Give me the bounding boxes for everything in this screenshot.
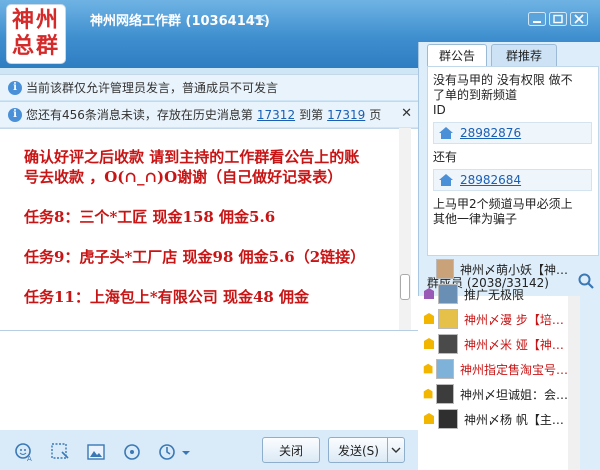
info-icon: i [8, 80, 22, 95]
message: 任务9：虎子头*工厂店 现金98 佣金5.6（2链接） [24, 248, 366, 266]
history-page-to-link[interactable]: 17319 [327, 108, 365, 122]
message-list: 确认好评之后收款 请到主持的工作群看公告上的账号去收款 ，O(∩_∩)O谢谢（自… [0, 129, 385, 307]
search-icon[interactable] [577, 272, 595, 290]
member-row[interactable]: 神州〆坦诚姐：会… [418, 382, 568, 406]
message-input[interactable] [0, 330, 418, 430]
announcement-line: 了单的到新频道 [433, 88, 518, 102]
channel-link-row: 28982684 [433, 169, 592, 191]
music-icon[interactable] [122, 442, 142, 462]
maximize-button[interactable] [549, 12, 567, 26]
unread-notice: i 您还有456条消息未读，存放在历史消息第 17312 到第 17319 页 … [0, 101, 418, 127]
member-row[interactable]: 神州〆萌小妖【神… [418, 257, 568, 281]
speak-restriction-notice: i 当前该群仅允许管理员发言，普通成员不可发言 [0, 74, 418, 100]
member-row[interactable]: 神州〆米 娅【神… [418, 332, 568, 356]
announcement-line: 上马甲2个频道马甲必须上 [433, 197, 573, 211]
member-name: 神州指定售淘宝号… [459, 362, 568, 377]
announcement-box: 没有马甲的 没有权限 做不 了单的到新频道 ID 28982876 还有 289… [427, 66, 599, 256]
member-row[interactable]: 神州〆杨 帆【主… [418, 407, 568, 431]
channel-link-row: 28982876 [433, 122, 592, 144]
avatar[interactable] [438, 284, 458, 304]
member-name: 神州〆米 娅【神… [464, 337, 564, 352]
to-label: 到第 [299, 108, 324, 122]
avatar[interactable] [436, 359, 454, 379]
logo-text-bottom: 总群 [11, 34, 60, 59]
restriction-text: 当前该群仅允许管理员发言，普通成员不可发言 [26, 81, 279, 95]
avatar[interactable] [436, 384, 454, 404]
history-page-from-link[interactable]: 17312 [257, 108, 295, 122]
message-area[interactable]: 确认好评之后收款 请到主持的工作群看公告上的账号去收款 ，O(∩_∩)O谢谢（自… [0, 128, 418, 330]
member-row[interactable]: 神州指定售淘宝号… [418, 357, 568, 381]
logo-text-top: 神州 [11, 8, 60, 33]
member-name: 神州〆漫 步【培… [464, 312, 564, 327]
member-row[interactable]: 神州〆漫 步【培… [418, 307, 568, 331]
avatar[interactable] [438, 334, 458, 354]
screenshot-icon[interactable] [50, 442, 70, 462]
message-scrollbar[interactable] [399, 128, 411, 330]
plane-icon[interactable] [252, 11, 268, 25]
message: 确认好评之后收款 请到主持的工作群看公告上的账号去收款 ，O(∩_∩)O谢谢（自… [24, 148, 360, 186]
announcement-line: 其他一律为骗子 [433, 212, 518, 226]
announcement-line: 还有 [433, 150, 458, 164]
tab-announcement[interactable]: 群公告 [427, 44, 487, 66]
avatar[interactable] [436, 259, 454, 279]
member-scrollbar[interactable] [568, 296, 580, 470]
role-badge-icon [424, 338, 434, 349]
member-name: 推广无极限 [464, 287, 525, 302]
channel-link[interactable]: 28982876 [460, 126, 521, 141]
home-icon [439, 127, 453, 139]
chevron-down-icon [391, 447, 401, 453]
send-options-button[interactable] [387, 437, 405, 463]
avatar[interactable] [438, 309, 458, 329]
close-icon[interactable]: ✕ [401, 106, 412, 121]
chevron-down-icon[interactable] [180, 442, 192, 462]
minimize-button[interactable] [528, 12, 546, 26]
announcement-line: 没有马甲的 没有权限 做不 [433, 73, 573, 87]
scrollbar-thumb[interactable] [400, 274, 410, 300]
channel-link[interactable]: 28982684 [460, 173, 521, 188]
message: 任务11：上海包上*有限公司 现金48 佣金 [24, 288, 310, 306]
role-badge-icon [423, 388, 433, 399]
unread-text: 您还有456条消息未读，存放在历史消息第 [26, 108, 253, 122]
tab-recommend[interactable]: 群推荐 [491, 44, 557, 66]
member-name: 神州〆坦诚姐：会… [459, 387, 568, 402]
role-badge-icon [422, 262, 434, 276]
member-row[interactable]: 推广无极限 [418, 282, 568, 306]
send-button[interactable]: 发送(S) [328, 437, 388, 463]
role-badge-icon [423, 363, 433, 374]
close-button[interactable]: 关闭 [262, 437, 320, 463]
role-badge-icon [424, 413, 434, 424]
group-logo[interactable]: 神州 总群 [6, 4, 66, 64]
svg-text:A: A [27, 455, 32, 462]
window-title: 神州网络工作群 (10364141) [90, 14, 270, 29]
image-icon[interactable] [86, 442, 106, 462]
role-badge-icon [424, 288, 434, 299]
history-icon[interactable] [158, 442, 178, 462]
home-icon [439, 174, 453, 186]
page-suffix: 页 [369, 108, 382, 122]
role-badge-icon [424, 313, 434, 324]
font-icon[interactable]: A [14, 442, 34, 462]
info-icon: i [8, 107, 22, 122]
announcement-line: ID [433, 103, 446, 117]
member-name: 神州〆萌小妖【神… [459, 262, 568, 277]
message: 任务8：三个*工匠 现金158 佣金5.6 [24, 208, 276, 226]
member-name: 神州〆杨 帆【主… [464, 412, 564, 427]
close-window-button[interactable] [570, 12, 588, 26]
avatar[interactable] [438, 409, 458, 429]
